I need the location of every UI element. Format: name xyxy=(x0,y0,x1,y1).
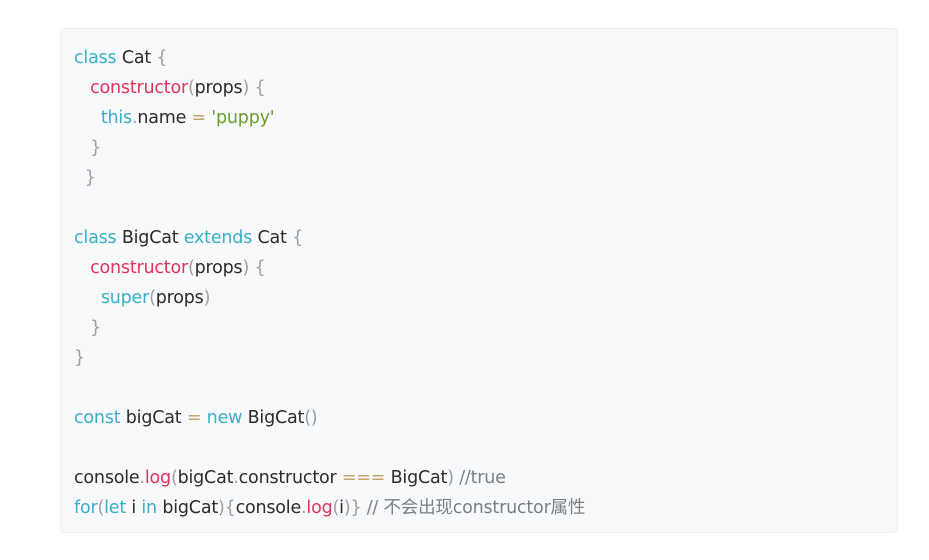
code-token: ( xyxy=(170,468,178,488)
code-line: class Cat { xyxy=(74,43,585,73)
code-token: props xyxy=(155,288,204,308)
code-line: class BigCat extends Cat { xyxy=(74,223,585,253)
code-token: bigCat xyxy=(156,498,218,518)
code-token: { xyxy=(292,228,304,248)
code-token: class xyxy=(74,48,117,68)
code-token: ( xyxy=(187,258,195,278)
code-token: constructor xyxy=(90,258,188,278)
code-token: 'puppy' xyxy=(206,108,275,128)
code-token: } xyxy=(84,168,96,188)
code-token: bigCat xyxy=(120,408,187,428)
code-token: = xyxy=(191,108,207,128)
code-line: console.log(bigCat.constructor === BigCa… xyxy=(74,463,585,493)
code-block: class Cat { constructor(props) { this.na… xyxy=(60,28,898,533)
code-token: props xyxy=(194,258,243,278)
code-token: { xyxy=(156,48,168,68)
code-token: constructor xyxy=(238,468,342,488)
code-token: for xyxy=(74,498,98,518)
code-token: { xyxy=(249,258,266,278)
code-token: log xyxy=(144,468,171,488)
code-line: } xyxy=(74,163,585,193)
code-line: constructor(props) { xyxy=(74,73,585,103)
code-token: ( xyxy=(187,78,195,98)
code-line: } xyxy=(74,133,585,163)
code-token: = xyxy=(186,408,202,428)
code-line: } xyxy=(74,313,585,343)
code-line: constructor(props) { xyxy=(74,253,585,283)
code-line: this.name = 'puppy' xyxy=(74,103,585,133)
code-token: { xyxy=(249,78,266,98)
code-token: Cat xyxy=(116,48,157,68)
code-token: ( xyxy=(149,288,156,308)
code-token: let xyxy=(104,498,126,518)
code-token: new xyxy=(206,408,243,428)
code-token: Cat xyxy=(252,228,293,248)
code-token: extends xyxy=(183,228,253,248)
code-token: in xyxy=(141,498,157,518)
code-token: } xyxy=(74,348,85,368)
code-token: log xyxy=(306,498,333,518)
code-token: props xyxy=(194,78,243,98)
code-token: const xyxy=(74,408,121,428)
code-token: // 不会出现constructor属性 xyxy=(361,498,586,518)
code-token: constructor xyxy=(90,78,188,98)
code-token: } xyxy=(90,318,102,338)
code-token: console xyxy=(235,498,302,518)
code-line: } xyxy=(74,343,585,373)
code-token: () xyxy=(304,408,318,428)
code-token: )} xyxy=(343,498,362,518)
code-token: class xyxy=(74,228,117,248)
code-line: super(props) xyxy=(74,283,585,313)
code-line: for(let i in bigCat){console.log(i)} // … xyxy=(74,493,585,523)
code-token: === xyxy=(341,468,386,488)
code-token: //true xyxy=(453,468,506,488)
code-token: i xyxy=(126,498,142,518)
code-token: ) xyxy=(447,468,454,488)
code-content: class Cat { constructor(props) { this.na… xyxy=(74,43,585,523)
code-token: BigCat xyxy=(242,408,305,428)
code-token: ) xyxy=(203,288,211,308)
code-token: BigCat xyxy=(116,228,184,248)
code-token: bigCat xyxy=(177,468,234,488)
code-token: ){ xyxy=(218,498,236,518)
code-token: console xyxy=(74,468,140,488)
code-token: name xyxy=(137,108,192,128)
code-token: this xyxy=(100,108,132,128)
code-line: const bigCat = new BigCat() xyxy=(74,403,585,433)
code-token: } xyxy=(90,138,102,158)
code-token: BigCat xyxy=(385,468,448,488)
code-token: super xyxy=(100,288,150,308)
